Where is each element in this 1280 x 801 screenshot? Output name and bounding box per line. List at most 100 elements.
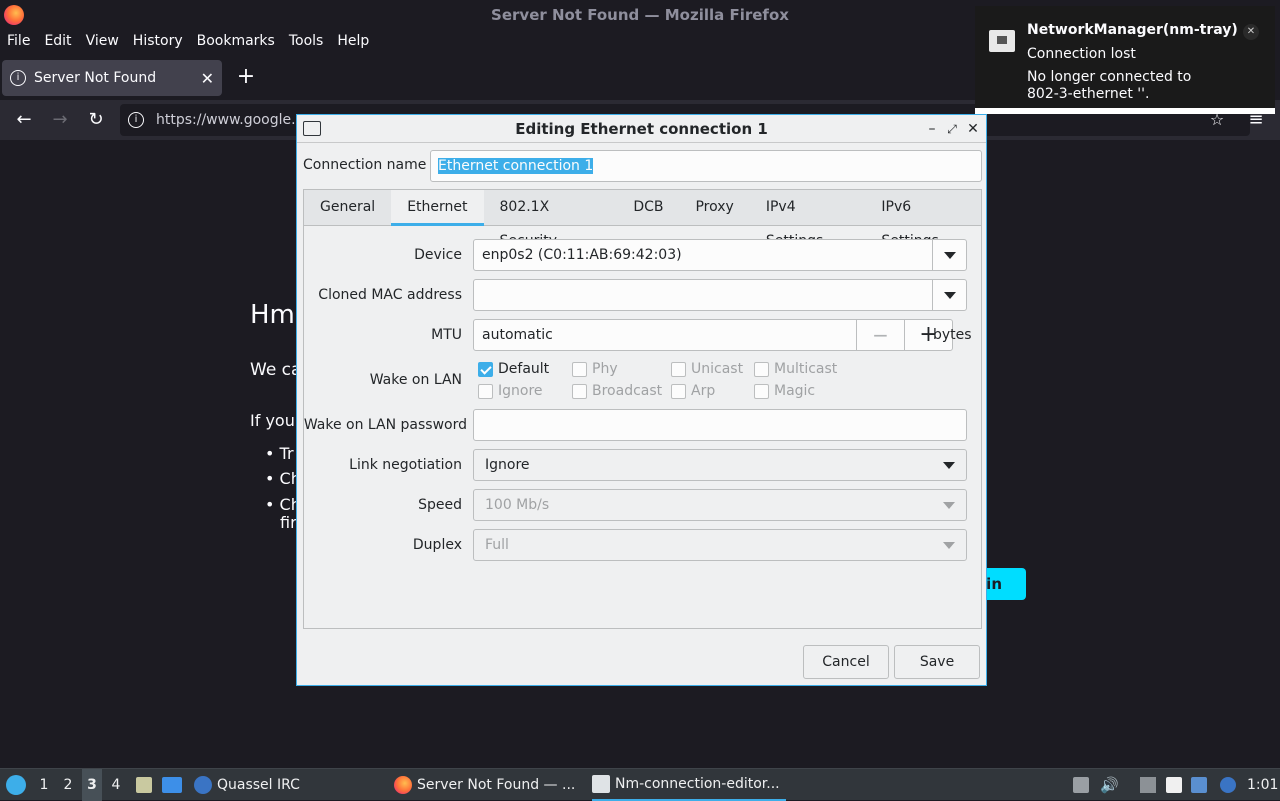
task-nm-connection-editor[interactable]: Nm-connection-editor... bbox=[592, 769, 786, 801]
notification-tray-icon[interactable] bbox=[1191, 777, 1207, 793]
mtu-spinbox[interactable]: automatic − + bbox=[473, 319, 953, 351]
menu-edit[interactable]: Edit bbox=[37, 30, 78, 54]
mtu-unit: bytes bbox=[933, 327, 972, 343]
taskbar: 1 2 3 4 Quassel IRC Server Not Found — .… bbox=[0, 768, 1280, 801]
connection-editor-dialog: Editing Ethernet connection 1 – ⤢ ✕ Conn… bbox=[296, 114, 987, 686]
connection-name-value: Ethernet connection 1 bbox=[438, 158, 594, 174]
tab-strip: General Ethernet 802.1X Security DCB Pro… bbox=[304, 190, 981, 249]
url-text: https://www.google.c bbox=[156, 112, 304, 128]
notification-summary: Connection lost bbox=[1027, 46, 1136, 62]
menu-tools[interactable]: Tools bbox=[282, 30, 331, 54]
quassel-tray-icon[interactable] bbox=[1220, 777, 1236, 793]
network-editor-icon bbox=[592, 775, 610, 793]
menu-bookmarks[interactable]: Bookmarks bbox=[190, 30, 282, 54]
wol-ignore-checkbox[interactable]: Ignore bbox=[478, 383, 543, 399]
wol-password-label: Wake on LAN password bbox=[303, 417, 467, 433]
window-title: Server Not Found — Mozilla Firefox bbox=[491, 6, 789, 24]
tab-ipv4-settings[interactable]: IPv4 Settings bbox=[750, 190, 866, 249]
wol-unicast-checkbox[interactable]: Unicast bbox=[671, 361, 743, 377]
file-manager-icon[interactable] bbox=[136, 777, 152, 793]
speed-value: 100 Mb/s bbox=[485, 497, 550, 513]
notification-app: NetworkManager(nm-tray) bbox=[1027, 22, 1238, 38]
clock[interactable]: 1:01 bbox=[1247, 769, 1278, 801]
device-value: enp0s2 (C0:11:AB:69:42:03) bbox=[482, 247, 682, 263]
wol-magic-checkbox[interactable]: Magic bbox=[754, 383, 815, 399]
wol-arp-checkbox[interactable]: Arp bbox=[671, 383, 715, 399]
document-icon[interactable] bbox=[1166, 777, 1182, 793]
link-negotiation-value: Ignore bbox=[485, 457, 530, 473]
dialog-title: Editing Ethernet connection 1 bbox=[515, 120, 768, 138]
link-negotiation-select[interactable]: Ignore bbox=[473, 449, 967, 481]
desktop-icon[interactable] bbox=[162, 777, 182, 793]
tab-general[interactable]: General bbox=[304, 190, 391, 226]
workspace-1[interactable]: 1 bbox=[34, 769, 54, 801]
wol-broadcast-checkbox[interactable]: Broadcast bbox=[572, 383, 662, 399]
clipboard-icon[interactable] bbox=[1073, 777, 1089, 793]
reload-icon[interactable]: ↻ bbox=[82, 106, 110, 134]
duplex-label: Duplex bbox=[412, 537, 462, 553]
cancel-button[interactable]: Cancel bbox=[803, 645, 889, 679]
workspace-3[interactable]: 3 bbox=[82, 769, 102, 801]
menu-file[interactable]: File bbox=[0, 30, 37, 54]
mtu-label: MTU bbox=[431, 327, 462, 343]
wol-multicast-checkbox[interactable]: Multicast bbox=[754, 361, 837, 377]
task-quassel[interactable]: Quassel IRC bbox=[194, 769, 300, 801]
tab-ethernet[interactable]: Ethernet bbox=[391, 190, 484, 226]
close-icon[interactable]: ✕ bbox=[964, 119, 982, 139]
tab-proxy[interactable]: Proxy bbox=[679, 190, 749, 226]
wol-phy-checkbox[interactable]: Phy bbox=[572, 361, 618, 377]
device-label: Device bbox=[414, 247, 462, 263]
connection-name-input[interactable]: Ethernet connection 1 bbox=[430, 150, 982, 182]
chevron-down-icon bbox=[932, 450, 966, 480]
menu-view[interactable]: View bbox=[79, 30, 126, 54]
chevron-down-icon bbox=[932, 490, 966, 520]
back-icon[interactable]: ← bbox=[10, 106, 38, 134]
task-firefox[interactable]: Server Not Found — ... bbox=[394, 769, 575, 801]
chevron-down-icon[interactable] bbox=[932, 240, 966, 270]
firefox-icon bbox=[394, 776, 412, 794]
wol-default-checkbox[interactable]: Default bbox=[478, 361, 549, 377]
close-tab-icon[interactable]: ✕ bbox=[201, 69, 214, 88]
chevron-down-icon bbox=[932, 530, 966, 560]
connection-name-label: Connection name bbox=[303, 157, 427, 173]
info-icon: i bbox=[10, 70, 26, 86]
cloned-mac-combo[interactable] bbox=[473, 279, 967, 311]
speed-select: 100 Mb/s bbox=[473, 489, 967, 521]
wol-label: Wake on LAN bbox=[369, 372, 462, 388]
tab-dcb[interactable]: DCB bbox=[617, 190, 679, 226]
duplex-select: Full bbox=[473, 529, 967, 561]
workspace-2[interactable]: 2 bbox=[58, 769, 78, 801]
error-list-item: • Tr bbox=[265, 444, 294, 463]
tab-ipv6-settings[interactable]: IPv6 Settings bbox=[865, 190, 981, 249]
volume-icon[interactable]: 🔊 bbox=[1100, 777, 1119, 793]
notification-popup[interactable]: NetworkManager(nm-tray) ✕ Connection los… bbox=[975, 6, 1275, 114]
quassel-icon bbox=[194, 776, 212, 794]
tab-8021x-security[interactable]: 802.1X Security bbox=[484, 190, 618, 249]
firefox-logo-icon bbox=[4, 5, 24, 25]
network-tray-icon[interactable] bbox=[1140, 777, 1156, 793]
browser-tab[interactable]: i Server Not Found ✕ bbox=[2, 60, 222, 96]
new-tab-button[interactable]: + bbox=[234, 64, 258, 92]
wol-password-input[interactable] bbox=[473, 409, 967, 441]
save-button[interactable]: Save bbox=[894, 645, 980, 679]
mtu-decrement-button[interactable]: − bbox=[856, 320, 904, 350]
network-editor-icon bbox=[303, 121, 321, 136]
site-info-icon[interactable]: i bbox=[128, 112, 144, 128]
notification-close-icon[interactable]: ✕ bbox=[1243, 24, 1259, 40]
menu-history[interactable]: History bbox=[126, 30, 190, 54]
link-negotiation-label: Link negotiation bbox=[349, 457, 462, 473]
minimize-icon[interactable]: – bbox=[923, 119, 941, 139]
speed-label: Speed bbox=[418, 497, 462, 513]
menu-help[interactable]: Help bbox=[330, 30, 376, 54]
mtu-value: automatic bbox=[482, 327, 553, 343]
maximize-icon[interactable]: ⤢ bbox=[943, 119, 961, 139]
device-combo[interactable]: enp0s2 (C0:11:AB:69:42:03) bbox=[473, 239, 967, 271]
forward-icon[interactable]: → bbox=[46, 106, 74, 134]
workspace-4[interactable]: 4 bbox=[106, 769, 126, 801]
error-list-item-cont: fir bbox=[280, 513, 297, 532]
error-description: We ca bbox=[250, 360, 302, 380]
cloned-mac-label: Cloned MAC address bbox=[318, 287, 462, 303]
network-icon bbox=[989, 30, 1015, 52]
start-menu-icon[interactable] bbox=[6, 775, 26, 795]
chevron-down-icon[interactable] bbox=[932, 280, 966, 310]
